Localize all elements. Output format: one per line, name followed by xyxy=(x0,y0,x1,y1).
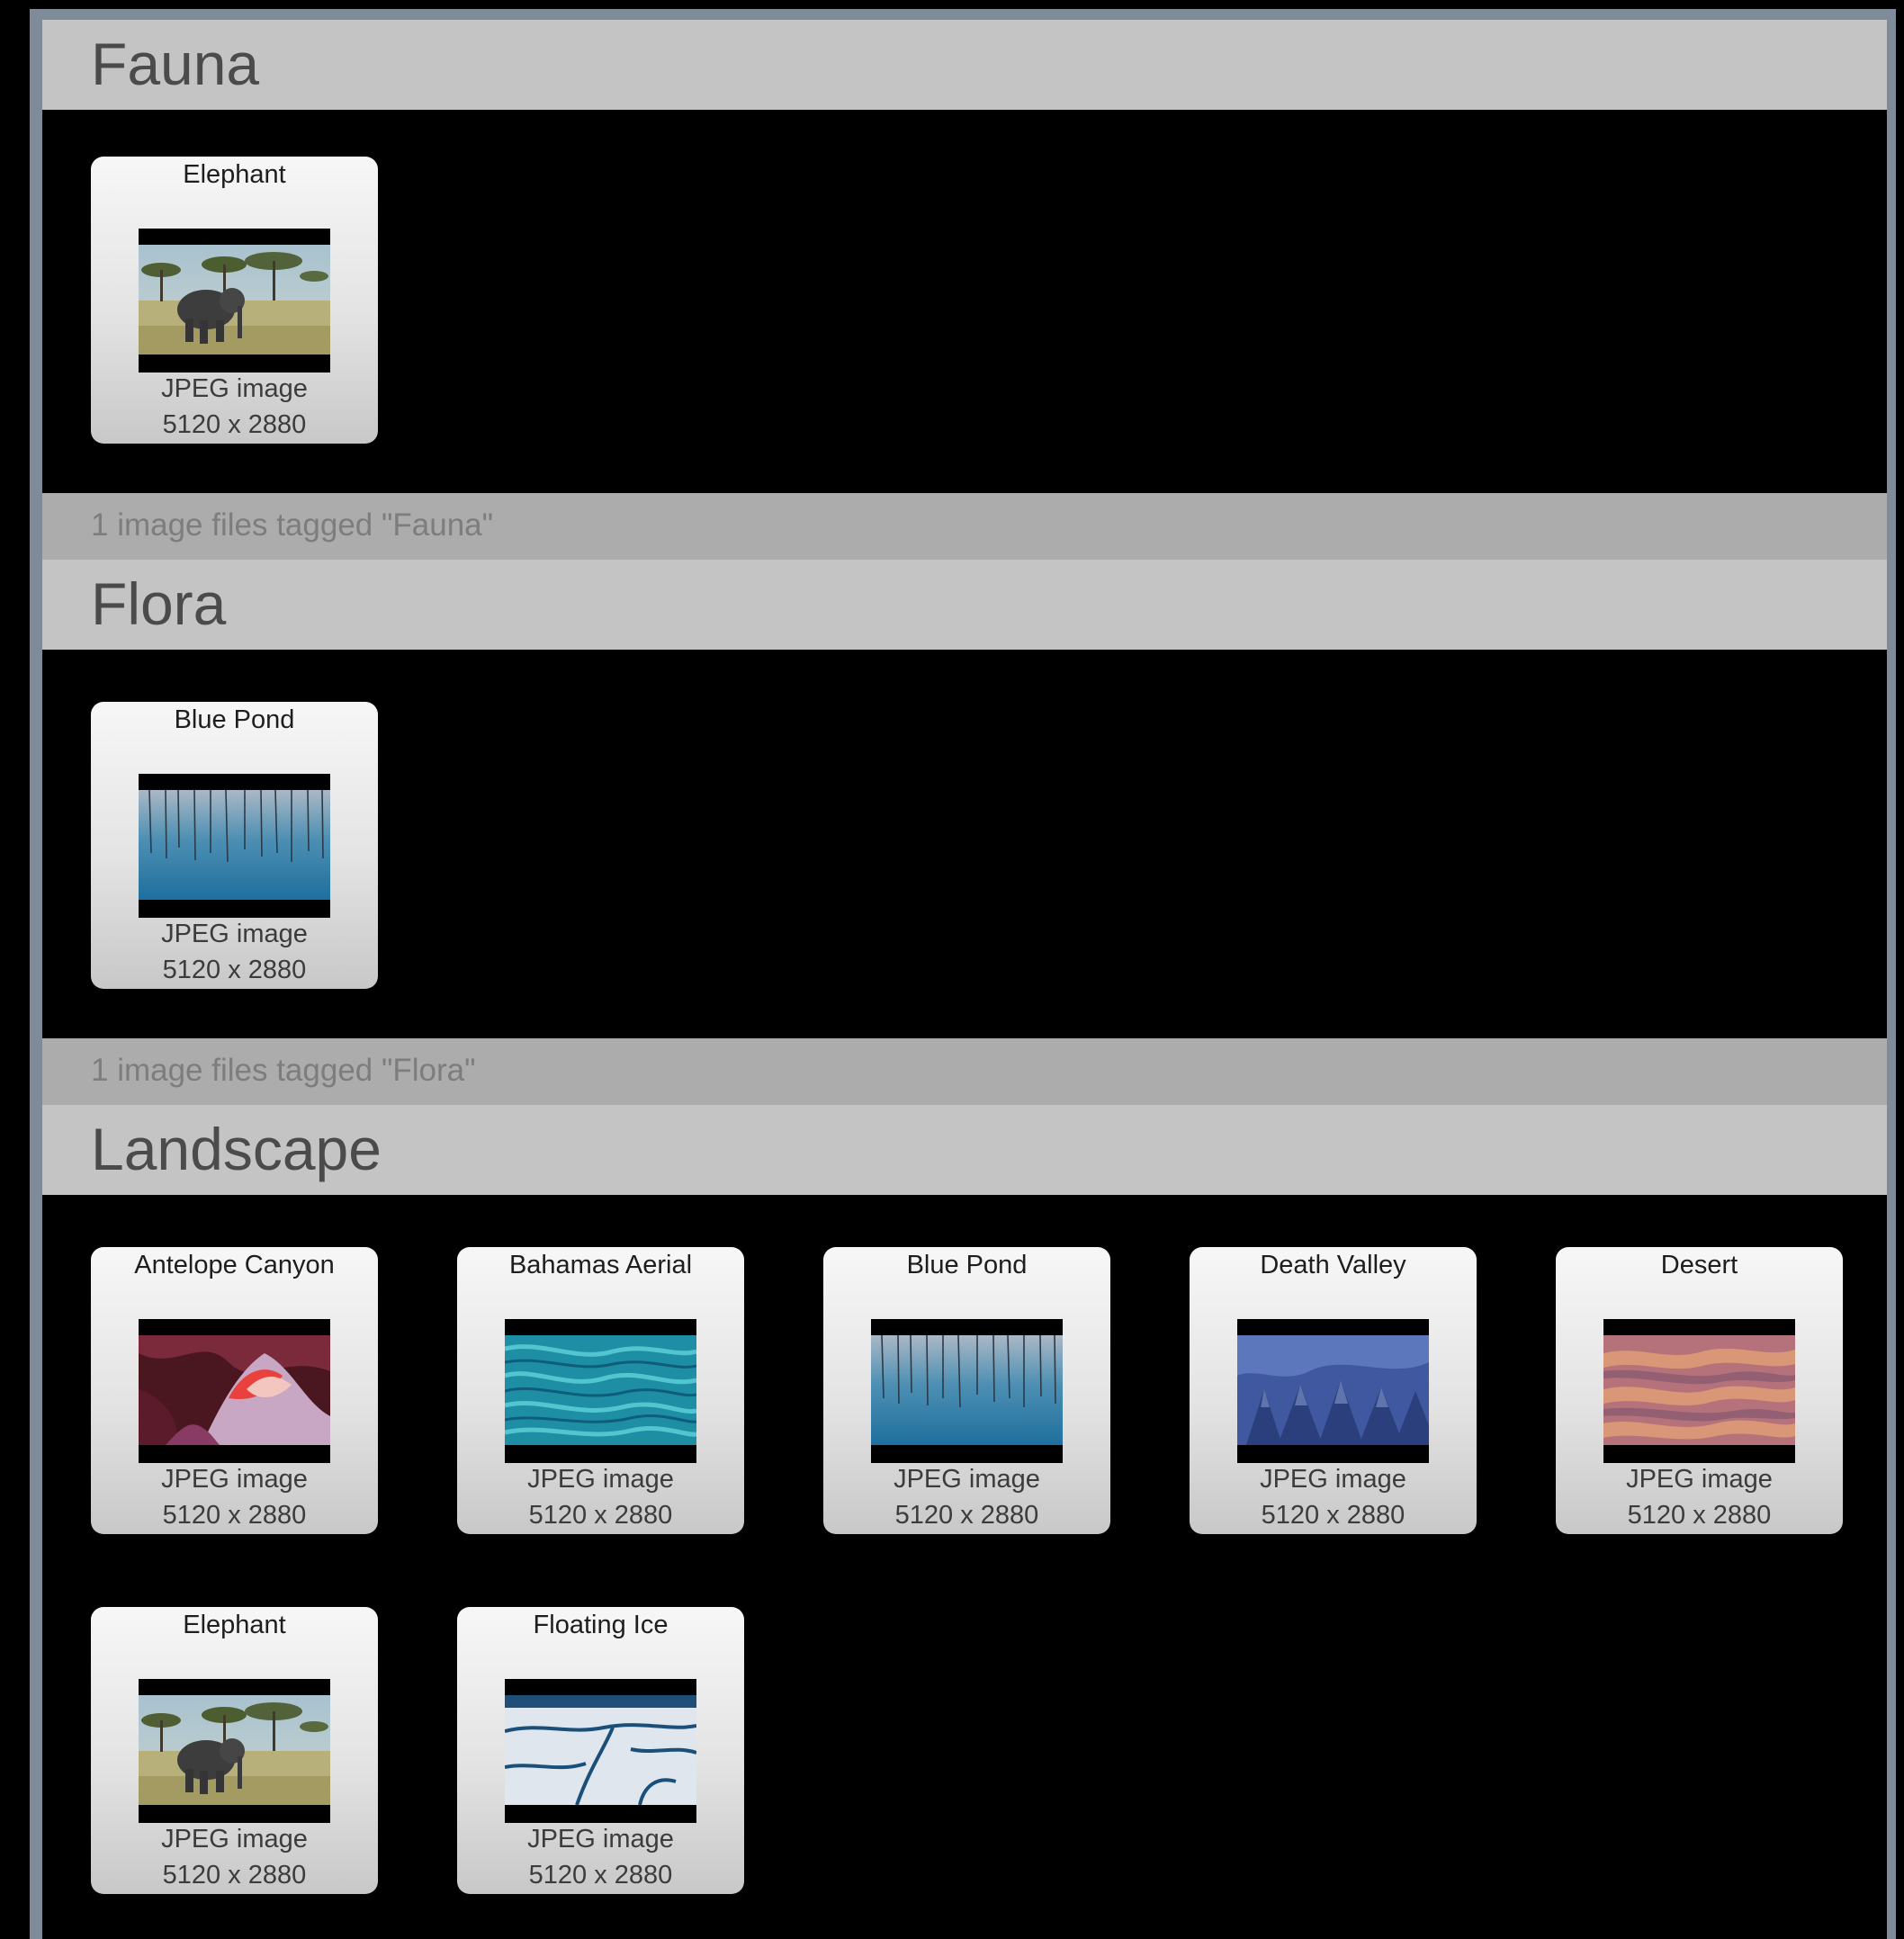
image-card-antelope-canyon[interactable]: Antelope Canyon JPEG image 5120 x 2880 xyxy=(91,1247,378,1534)
image-kind: JPEG image xyxy=(161,1465,308,1494)
image-card-title: Bahamas Aerial xyxy=(508,1251,693,1279)
image-kind: JPEG image xyxy=(161,920,308,948)
image-card-title: Desert xyxy=(1660,1251,1738,1279)
image-kind: JPEG image xyxy=(161,374,308,403)
image-dimensions: 5120 x 2880 xyxy=(894,1501,1039,1530)
image-card-title: Death Valley xyxy=(1260,1251,1406,1279)
image-card-desert[interactable]: Desert JPEG image 5120 x 2880 xyxy=(1556,1247,1843,1534)
image-kind: JPEG image xyxy=(1260,1465,1406,1494)
section-title: Flora xyxy=(91,570,227,637)
collection-view[interactable]: Fauna Elephant JPEG image 5120 x 2880 1 … xyxy=(42,20,1887,1939)
image-kind: JPEG image xyxy=(161,1825,308,1854)
elephant-thumbnail xyxy=(139,229,330,373)
image-card-floating-ice[interactable]: Floating Ice JPEG image 5120 x 2880 xyxy=(457,1607,744,1894)
bahamas-aerial-thumbnail xyxy=(505,1319,696,1463)
section-footer-text: 1 image files tagged "Flora" xyxy=(91,1053,476,1088)
image-card-title: Blue Pond xyxy=(906,1251,1028,1279)
image-dimensions: 5120 x 2880 xyxy=(162,1501,307,1530)
image-card-title: Elephant xyxy=(183,1611,286,1639)
image-dimensions: 5120 x 2880 xyxy=(162,1861,307,1890)
image-dimensions: 5120 x 2880 xyxy=(162,956,307,984)
app-window: Fauna Elephant JPEG image 5120 x 2880 1 … xyxy=(0,0,1904,1939)
image-card-title: Floating Ice xyxy=(533,1611,669,1639)
image-card-elephant[interactable]: Elephant JPEG image 5120 x 2880 xyxy=(91,157,378,444)
section-header-landscape: Landscape xyxy=(42,1105,1887,1195)
image-card-death-valley[interactable]: Death Valley JPEG image 5120 x 2880 xyxy=(1190,1247,1477,1534)
elephant-thumbnail xyxy=(139,1679,330,1823)
blue-pond-thumbnail xyxy=(139,774,330,918)
section-header-fauna: Fauna xyxy=(42,20,1887,110)
image-card-elephant[interactable]: Elephant JPEG image 5120 x 2880 xyxy=(91,1607,378,1894)
image-card-title: Blue Pond xyxy=(174,705,295,734)
section-footer-fauna: 1 image files tagged "Fauna" xyxy=(42,493,1887,560)
image-card-title: Elephant xyxy=(183,160,286,189)
image-dimensions: 5120 x 2880 xyxy=(528,1501,673,1530)
image-card-title: Antelope Canyon xyxy=(134,1251,335,1279)
desert-thumbnail xyxy=(1603,1319,1795,1463)
image-card-blue-pond[interactable]: Blue Pond JPEG image 5120 x 2880 xyxy=(823,1247,1110,1534)
image-dimensions: 5120 x 2880 xyxy=(528,1861,673,1890)
image-dimensions: 5120 x 2880 xyxy=(162,410,307,439)
image-card-bahamas-aerial[interactable]: Bahamas Aerial JPEG image 5120 x 2880 xyxy=(457,1247,744,1534)
antelope-canyon-thumbnail xyxy=(139,1319,330,1463)
image-kind: JPEG image xyxy=(527,1825,674,1854)
image-kind: JPEG image xyxy=(527,1465,674,1494)
image-kind: JPEG image xyxy=(1626,1465,1773,1494)
image-dimensions: 5120 x 2880 xyxy=(1261,1501,1406,1530)
section-footer-text: 1 image files tagged "Fauna" xyxy=(91,507,494,543)
image-kind: JPEG image xyxy=(894,1465,1040,1494)
image-dimensions: 5120 x 2880 xyxy=(1627,1501,1772,1530)
floating-ice-thumbnail xyxy=(505,1679,696,1823)
blue-pond-thumbnail xyxy=(871,1319,1063,1463)
death-valley-thumbnail xyxy=(1237,1319,1429,1463)
section-footer-flora: 1 image files tagged "Flora" xyxy=(42,1038,1887,1105)
section-title: Fauna xyxy=(91,31,260,97)
image-card-blue-pond[interactable]: Blue Pond JPEG image 5120 x 2880 xyxy=(91,702,378,989)
section-title: Landscape xyxy=(91,1116,382,1182)
section-header-flora: Flora xyxy=(42,560,1887,650)
